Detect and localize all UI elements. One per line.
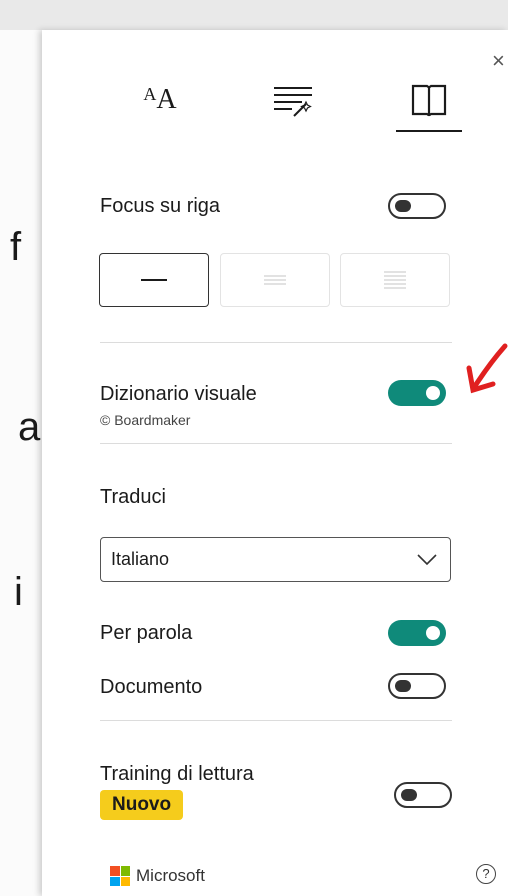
book-icon: [411, 84, 447, 117]
text-size-tab[interactable]: AA: [130, 70, 190, 130]
document-toggle[interactable]: [388, 673, 446, 699]
toggle-knob: [426, 626, 440, 640]
reading-preferences-tab[interactable]: [396, 70, 462, 132]
by-word-label: Per parola: [100, 622, 193, 644]
one-line-icon: [141, 279, 167, 281]
chevron-down-icon: [417, 554, 437, 566]
help-icon[interactable]: ?: [476, 864, 496, 884]
toggle-knob: [401, 789, 417, 801]
translate-heading: Traduci: [100, 486, 166, 508]
line-focus-toggle[interactable]: [388, 193, 446, 219]
language-select[interactable]: Italiano: [100, 537, 451, 582]
three-lines-icon: [264, 275, 286, 285]
by-word-toggle[interactable]: [388, 620, 446, 646]
line-focus-five-lines-button[interactable]: [340, 253, 450, 307]
microsoft-brand: Microsoft: [136, 866, 205, 885]
red-arrow-annotation: [466, 343, 508, 394]
microsoft-logo-icon: [110, 866, 130, 886]
five-lines-icon: [384, 271, 406, 289]
text-size-icon: AA: [143, 84, 177, 115]
line-focus-label: Focus su riga: [100, 195, 221, 217]
reading-coach-label: Training di lettura: [100, 763, 254, 785]
line-focus-one-line-button[interactable]: [99, 253, 209, 307]
document-label: Documento: [100, 676, 203, 698]
text-options-tab[interactable]: [260, 70, 326, 130]
divider: [100, 342, 452, 343]
background-letter: a: [18, 405, 41, 449]
background-letter: f: [10, 225, 22, 269]
document-background: f a i: [0, 30, 42, 896]
toggle-knob: [395, 200, 411, 212]
boardmaker-credit: © Boardmaker: [100, 412, 191, 428]
close-icon[interactable]: ×: [492, 50, 505, 72]
toggle-knob: [426, 386, 440, 400]
top-strip: [0, 0, 508, 30]
picture-dictionary-toggle[interactable]: [388, 380, 446, 406]
background-letter: i: [14, 570, 23, 614]
language-select-value: Italiano: [111, 549, 170, 569]
new-badge: Nuovo: [100, 790, 184, 820]
picture-dictionary-label: Dizionario visuale: [100, 383, 257, 405]
line-focus-three-lines-button[interactable]: [220, 253, 330, 307]
toggle-knob: [395, 680, 411, 692]
divider: [100, 443, 452, 444]
microsoft-logo: Microsoft: [110, 866, 205, 886]
reading-coach-toggle[interactable]: [394, 782, 452, 808]
text-options-icon: [274, 87, 312, 117]
divider: [100, 720, 452, 721]
